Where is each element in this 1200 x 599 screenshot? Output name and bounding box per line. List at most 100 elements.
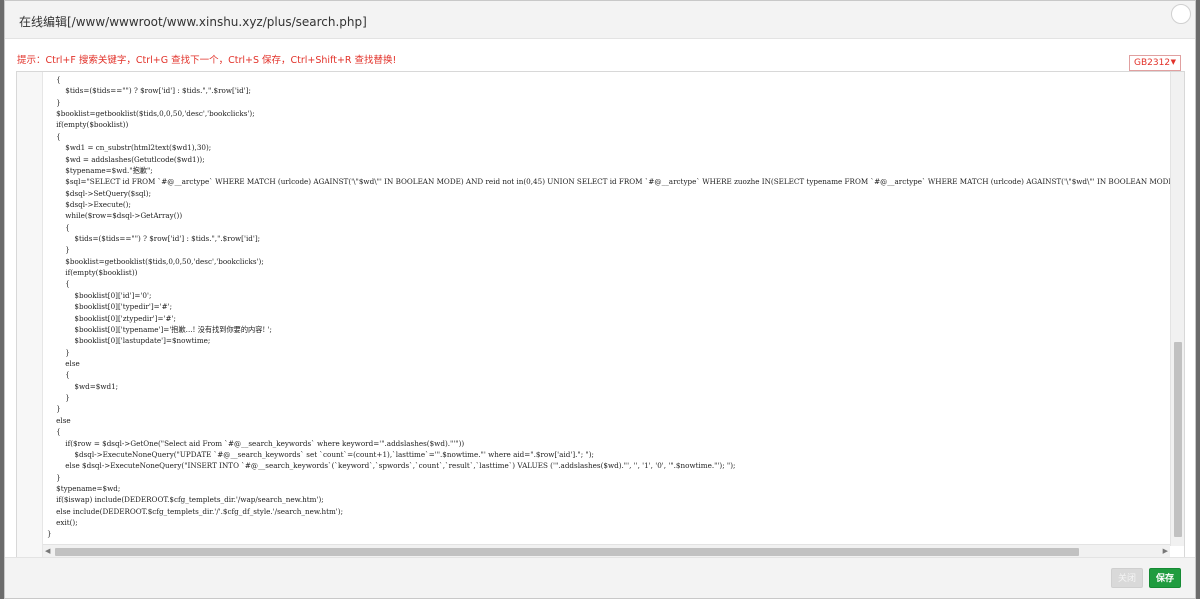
code-text: if(empty($booklist)) bbox=[47, 120, 129, 130]
code-line[interactable]: 99 exit(); bbox=[43, 517, 1170, 528]
chevron-down-icon: ▼ bbox=[1170, 58, 1176, 66]
code-line[interactable]: 88 } bbox=[43, 392, 1170, 403]
code-text: $booklist[0]['id']='0'; bbox=[47, 290, 152, 300]
code-text: $booklist[0]['typedir']='#'; bbox=[47, 302, 173, 312]
code-line[interactable]: 81 $booklist[0]['ztypedir']='#'; bbox=[43, 313, 1170, 324]
code-line[interactable]: 63 $booklist=getbooklist($tids,0,0,50,'d… bbox=[43, 108, 1170, 119]
code-text: $sql="SELECT id FROM `#@__arctype` WHERE… bbox=[47, 177, 1170, 187]
code-text: exit(); bbox=[47, 518, 78, 528]
code-line[interactable]: 70 $dsql->SetQuery($sql); bbox=[43, 188, 1170, 199]
code-text: { bbox=[47, 131, 61, 141]
code-line[interactable]: 96 $typename=$wd; bbox=[43, 483, 1170, 494]
code-line[interactable]: 67 $wd = addslashes(Getutlcode($wd1)); bbox=[43, 154, 1170, 165]
code-text: $wd=$wd1; bbox=[47, 381, 119, 391]
code-text: $wd = addslashes(Getutlcode($wd1)); bbox=[47, 154, 205, 164]
code-text: { bbox=[47, 427, 61, 437]
code-text: { bbox=[47, 370, 70, 380]
code-line[interactable]: 78 { bbox=[43, 278, 1170, 289]
code-text: $typename=$wd."抱歉"; bbox=[47, 165, 153, 175]
code-line[interactable]: 75 } bbox=[43, 244, 1170, 255]
code-text: $booklist=getbooklist($tids,0,0,50,'desc… bbox=[47, 109, 255, 119]
code-line[interactable]: 91 { bbox=[43, 426, 1170, 437]
code-line[interactable]: 74 $tids=($tids=="") ? $row['id'] : $tid… bbox=[43, 233, 1170, 244]
code-text: $dsql->ExecuteNoneQuery("UPDATE `#@__sea… bbox=[47, 449, 594, 459]
code-text: $booklist=getbooklist($tids,0,0,50,'desc… bbox=[47, 256, 264, 266]
code-line[interactable]: 73 { bbox=[43, 222, 1170, 233]
vertical-scrollbar[interactable] bbox=[1170, 72, 1184, 546]
line-number-gutter bbox=[17, 72, 43, 558]
code-text: $tids=($tids=="") ? $row['id'] : $tids."… bbox=[47, 86, 251, 96]
code-area[interactable]: 60 {61 $tids=($tids=="") ? $row['id'] : … bbox=[43, 72, 1170, 544]
code-text: $dsql->Execute(); bbox=[47, 199, 131, 209]
code-line[interactable]: 71 $dsql->Execute(); bbox=[43, 199, 1170, 210]
encoding-select[interactable]: GB2312 ▼ bbox=[1129, 55, 1181, 71]
code-text: { bbox=[47, 222, 70, 232]
horizontal-scrollbar[interactable]: ◀ ▶ bbox=[43, 544, 1170, 558]
code-line[interactable]: 100} bbox=[43, 528, 1170, 539]
code-text: $booklist[0]['lastupdate']=$nowtime; bbox=[47, 336, 211, 346]
code-line[interactable]: 60 { bbox=[43, 74, 1170, 85]
dialog-titlebar[interactable]: 在线编辑[/www/wwwroot/www.xinshu.xyz/plus/se… bbox=[5, 1, 1195, 39]
code-text: else bbox=[47, 415, 71, 425]
code-line[interactable]: 80 $booklist[0]['typedir']='#'; bbox=[43, 301, 1170, 312]
code-text: else $dsql->ExecuteNoneQuery("INSERT INT… bbox=[47, 461, 736, 471]
code-line[interactable]: 86 { bbox=[43, 369, 1170, 380]
code-text: if(empty($booklist)) bbox=[47, 268, 138, 278]
code-line[interactable]: 76 $booklist=getbooklist($tids,0,0,50,'d… bbox=[43, 256, 1170, 267]
code-text: $booklist[0]['ztypedir']='#'; bbox=[47, 313, 176, 323]
code-line[interactable]: 92 if($row = $dsql->GetOne("Select aid F… bbox=[43, 438, 1170, 449]
close-button[interactable]: 关闭 bbox=[1111, 568, 1143, 588]
code-text: } bbox=[47, 472, 61, 482]
code-text: } bbox=[47, 404, 61, 414]
dialog-footer: 关闭 保存 bbox=[5, 557, 1195, 598]
code-line[interactable]: 82 $booklist[0]['typename']='抱歉...! 没有找到… bbox=[43, 324, 1170, 335]
code-line[interactable]: 66 $wd1 = cn_substr(html2text($wd1),30); bbox=[43, 142, 1170, 153]
horizontal-scroll-thumb[interactable] bbox=[55, 548, 1079, 556]
code-text: } bbox=[47, 393, 70, 403]
code-line[interactable]: 90 else bbox=[43, 415, 1170, 426]
code-text: } bbox=[47, 245, 70, 255]
code-text: { bbox=[47, 279, 70, 289]
code-line[interactable]: 77 if(empty($booklist)) bbox=[43, 267, 1170, 278]
code-text: $tids=($tids=="") ? $row['id'] : $tids."… bbox=[47, 234, 261, 244]
code-editor[interactable]: 60 {61 $tids=($tids=="") ? $row['id'] : … bbox=[16, 71, 1185, 559]
scroll-left-icon[interactable]: ◀ bbox=[45, 547, 50, 555]
code-text: } bbox=[47, 97, 61, 107]
edit-dialog: 在线编辑[/www/wwwroot/www.xinshu.xyz/plus/se… bbox=[4, 0, 1196, 599]
code-line[interactable]: 69 $sql="SELECT id FROM `#@__arctype` WH… bbox=[43, 176, 1170, 187]
code-line[interactable]: 83 $booklist[0]['lastupdate']=$nowtime; bbox=[43, 335, 1170, 346]
code-line[interactable]: 65 { bbox=[43, 131, 1170, 142]
code-line[interactable]: 94 else $dsql->ExecuteNoneQuery("INSERT … bbox=[43, 460, 1170, 471]
code-text: $dsql->SetQuery($sql); bbox=[47, 188, 152, 198]
save-button[interactable]: 保存 bbox=[1149, 568, 1181, 588]
code-line[interactable]: 93 $dsql->ExecuteNoneQuery("UPDATE `#@__… bbox=[43, 449, 1170, 460]
code-text: $typename=$wd; bbox=[47, 483, 121, 493]
code-line[interactable]: 79 $booklist[0]['id']='0'; bbox=[43, 290, 1170, 301]
code-line[interactable]: 85 else bbox=[43, 358, 1170, 369]
code-line[interactable]: 84 } bbox=[43, 347, 1170, 358]
code-line[interactable]: 62 } bbox=[43, 97, 1170, 108]
scroll-right-icon[interactable]: ▶ bbox=[1163, 547, 1168, 555]
code-text: else include(DEDEROOT.$cfg_templets_dir.… bbox=[47, 506, 344, 516]
code-line[interactable]: 97 if($iswap) include(DEDEROOT.$cfg_temp… bbox=[43, 494, 1170, 505]
code-line[interactable]: 64 if(empty($booklist)) bbox=[43, 119, 1170, 130]
code-line[interactable]: 89 } bbox=[43, 403, 1170, 414]
encoding-value: GB2312 bbox=[1134, 58, 1171, 68]
code-text: } bbox=[47, 529, 52, 539]
code-text: $wd1 = cn_substr(html2text($wd1),30); bbox=[47, 143, 212, 153]
vertical-scroll-thumb[interactable] bbox=[1174, 342, 1182, 537]
code-text: while($row=$dsql->GetArray()) bbox=[47, 211, 183, 221]
code-line[interactable]: 98 else include(DEDEROOT.$cfg_templets_d… bbox=[43, 506, 1170, 517]
code-line[interactable]: 61 $tids=($tids=="") ? $row['id'] : $tid… bbox=[43, 85, 1170, 96]
code-line[interactable]: 68 $typename=$wd."抱歉"; bbox=[43, 165, 1170, 176]
close-icon[interactable] bbox=[1171, 4, 1191, 24]
code-line[interactable]: 87 $wd=$wd1; bbox=[43, 381, 1170, 392]
code-text: $booklist[0]['typename']='抱歉...! 没有找到你要的… bbox=[47, 324, 272, 334]
code-text: if($iswap) include(DEDEROOT.$cfg_templet… bbox=[47, 495, 324, 505]
code-line[interactable]: 72 while($row=$dsql->GetArray()) bbox=[43, 210, 1170, 221]
code-text: if($row = $dsql->GetOne("Select aid From… bbox=[47, 438, 465, 448]
code-text: else bbox=[47, 358, 80, 368]
code-line[interactable]: 95 } bbox=[43, 472, 1170, 483]
code-text: } bbox=[47, 347, 70, 357]
dialog-title: 在线编辑[/www/wwwroot/www.xinshu.xyz/plus/se… bbox=[19, 15, 367, 29]
